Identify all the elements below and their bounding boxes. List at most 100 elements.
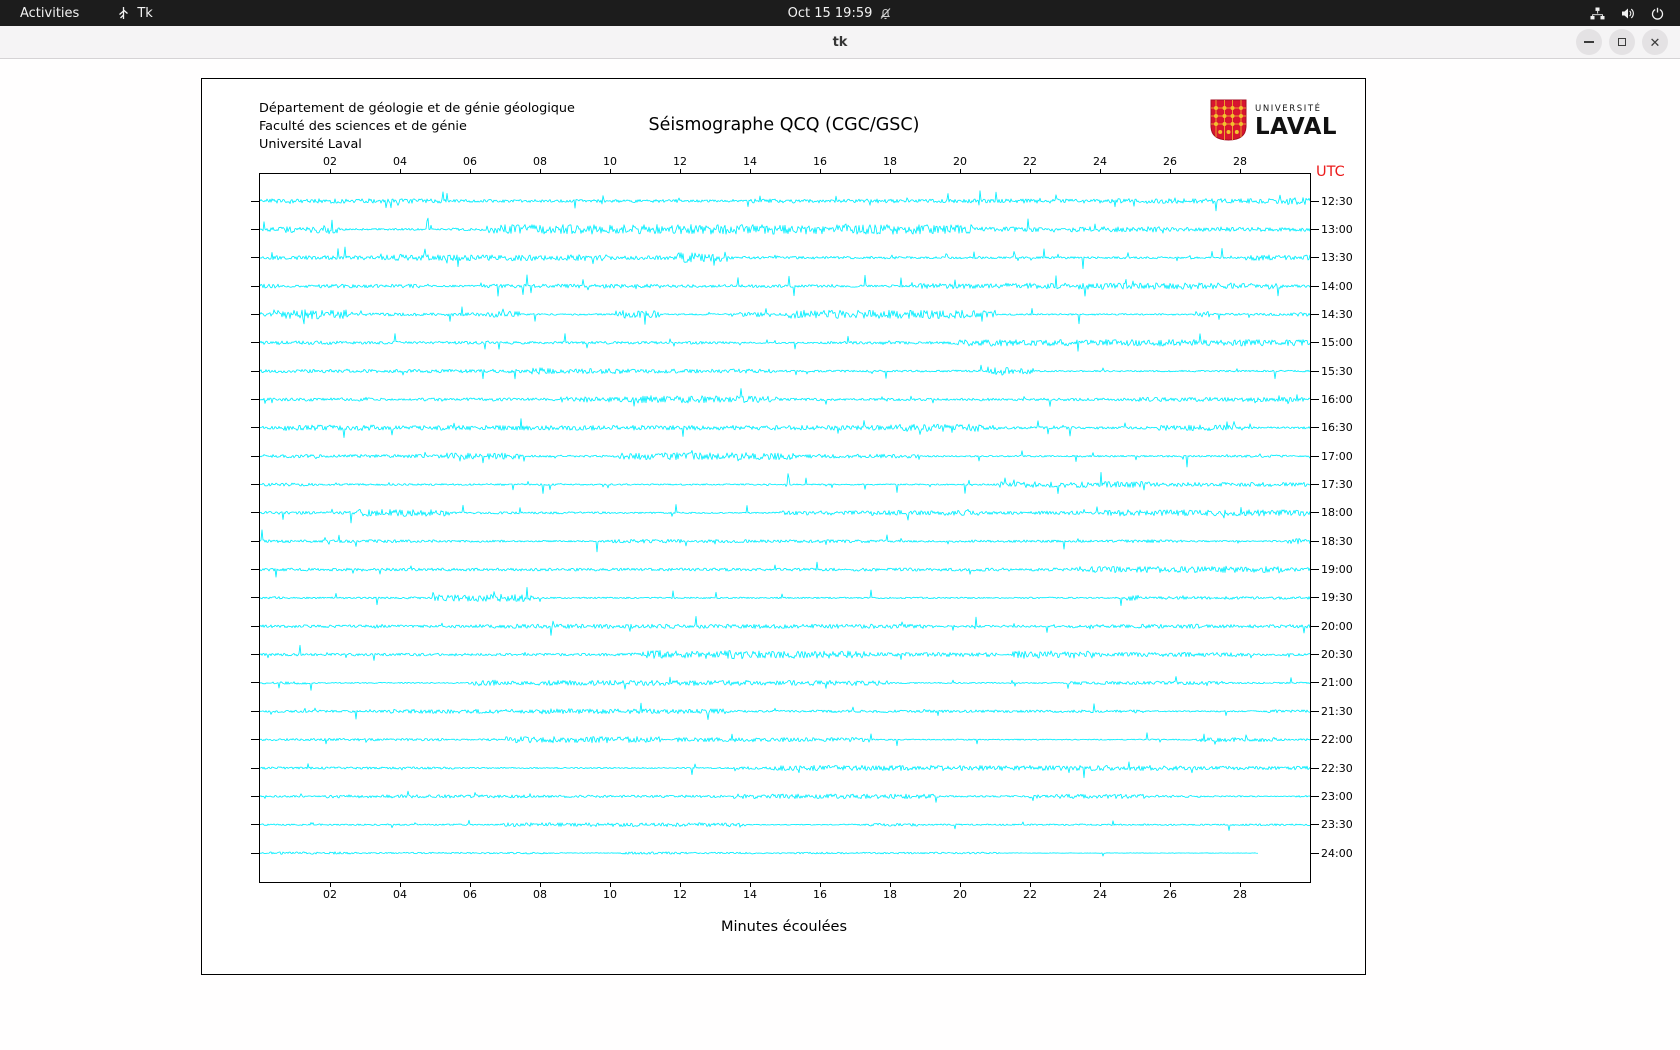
close-icon: ✕: [1649, 34, 1661, 50]
chart-title: Séismographe QCQ (CGC/GSC): [648, 115, 920, 135]
x-tick-label-top: 24: [1093, 155, 1107, 168]
trace-tick-left: [251, 370, 259, 372]
trace-tick-left: [251, 597, 259, 599]
x-tick-bottom: [399, 882, 401, 887]
x-tick-label-bottom: 24: [1093, 888, 1107, 901]
minimize-icon: [1584, 41, 1594, 43]
x-tick-bottom: [1099, 882, 1101, 887]
tk-app-icon: [117, 6, 130, 20]
minimize-button[interactable]: [1576, 29, 1602, 55]
logo-text-laval: LAVAL: [1255, 113, 1338, 140]
x-tick-bottom: [1029, 882, 1031, 887]
x-tick-label-top: 08: [533, 155, 547, 168]
x-tick-label-top: 02: [323, 155, 337, 168]
clock-button[interactable]: Oct 15 19:59: [782, 0, 899, 26]
trace-time-label: 20:00: [1321, 619, 1353, 633]
trace-tick-left: [251, 852, 259, 854]
x-tick-label-top: 12: [673, 155, 687, 168]
x-tick-label-top: 18: [883, 155, 897, 168]
x-tick-label-bottom: 12: [673, 888, 687, 901]
trace-time-label: 22:30: [1321, 761, 1353, 775]
notifications-muted-bell-icon: [879, 7, 892, 20]
trace-tick-left: [251, 625, 259, 627]
volume-icon[interactable]: [1621, 7, 1635, 20]
activities-label: Activities: [20, 5, 80, 21]
x-tick-top: [1029, 169, 1031, 174]
trace-time-label: 22:00: [1321, 733, 1353, 747]
trace-time-label: 21:00: [1321, 676, 1353, 690]
trace-time-label: 19:30: [1321, 591, 1353, 605]
trace-tick-right: [1310, 342, 1319, 344]
trace-tick-right: [1310, 569, 1319, 571]
trace-tick-left: [251, 512, 259, 514]
x-tick-bottom: [469, 882, 471, 887]
x-tick-label-top: 26: [1163, 155, 1177, 168]
tk-app-label: Tk: [137, 5, 153, 21]
system-topbar: Activities Tk Oct 15 19:59: [0, 0, 1680, 26]
activities-button[interactable]: Activities: [14, 0, 85, 26]
trace-tick-left: [251, 484, 259, 485]
x-tick-label-bottom: 06: [463, 888, 477, 901]
trace-tick-left: [251, 455, 259, 457]
x-axis-label: Minutes écoulées: [720, 919, 848, 935]
x-tick-label-top: 22: [1023, 155, 1037, 168]
trace-time-label: 14:30: [1321, 307, 1353, 321]
trace-tick-right: [1310, 795, 1319, 797]
trace-tick-right: [1310, 200, 1319, 202]
x-tick-top: [679, 169, 681, 174]
trace-time-label: 21:30: [1321, 704, 1353, 718]
universite-laval-logo: UNIVERSITÉ LAVAL: [1210, 99, 1337, 145]
x-tick-label-bottom: 10: [603, 888, 617, 901]
window-title: tk: [832, 34, 848, 50]
x-tick-top: [959, 169, 961, 174]
x-tick-label-bottom: 26: [1163, 888, 1177, 901]
trace-time-label: 17:00: [1321, 449, 1353, 463]
trace-tick-right: [1310, 398, 1319, 400]
tk-app-indicator[interactable]: Tk: [111, 0, 158, 26]
institution-line: Université Laval: [259, 137, 362, 152]
trace-tick-right: [1310, 739, 1319, 741]
trace-tick-right: [1310, 540, 1319, 542]
x-tick-label-top: 10: [603, 155, 617, 168]
trace-tick-left: [251, 200, 259, 202]
trace-time-label: 17:30: [1321, 478, 1353, 491]
trace-tick-right: [1310, 285, 1319, 287]
trace-time-label: 14:00: [1321, 279, 1353, 293]
x-tick-bottom: [819, 882, 821, 887]
trace-time-label: 18:30: [1321, 534, 1353, 548]
x-tick-label-bottom: 18: [883, 888, 897, 901]
trace-tick-left: [251, 313, 259, 315]
close-button[interactable]: ✕: [1642, 29, 1668, 55]
trace-tick-left: [251, 540, 259, 542]
power-icon[interactable]: [1651, 7, 1664, 20]
trace-time-label: 20:30: [1321, 648, 1353, 662]
x-tick-bottom: [889, 882, 891, 887]
trace-tick-right: [1310, 228, 1319, 230]
x-tick-bottom: [329, 882, 331, 887]
x-tick-label-bottom: 08: [533, 888, 547, 901]
trace-tick-left: [251, 654, 259, 656]
window-titlebar[interactable]: tk ✕: [0, 26, 1680, 59]
trace-time-label: 16:30: [1321, 421, 1353, 435]
trace-tick-right: [1310, 427, 1319, 429]
laval-shield-icon: [1210, 99, 1247, 145]
x-tick-label-bottom: 20: [953, 888, 967, 901]
x-tick-label-bottom: 28: [1233, 888, 1247, 901]
trace-tick-right: [1310, 682, 1319, 684]
x-tick-label-top: 04: [393, 155, 407, 168]
maximize-button[interactable]: [1609, 29, 1635, 55]
network-share-icon[interactable]: [1590, 7, 1605, 20]
x-tick-top: [1099, 169, 1101, 174]
trace-tick-right: [1310, 597, 1319, 599]
trace-time-label: 15:30: [1321, 364, 1353, 378]
trace-tick-right: [1310, 625, 1319, 627]
logo-text-universite: UNIVERSITÉ: [1255, 104, 1322, 115]
x-tick-top: [749, 169, 751, 174]
x-tick-label-bottom: 02: [323, 888, 337, 901]
trace-tick-right: [1310, 484, 1319, 485]
seismogram-canvas: [260, 174, 1310, 882]
x-tick-bottom: [1239, 882, 1241, 887]
trace-time-label: 24:00: [1321, 846, 1353, 860]
x-tick-bottom: [1169, 882, 1171, 887]
trace-time-label: 23:30: [1321, 818, 1353, 832]
